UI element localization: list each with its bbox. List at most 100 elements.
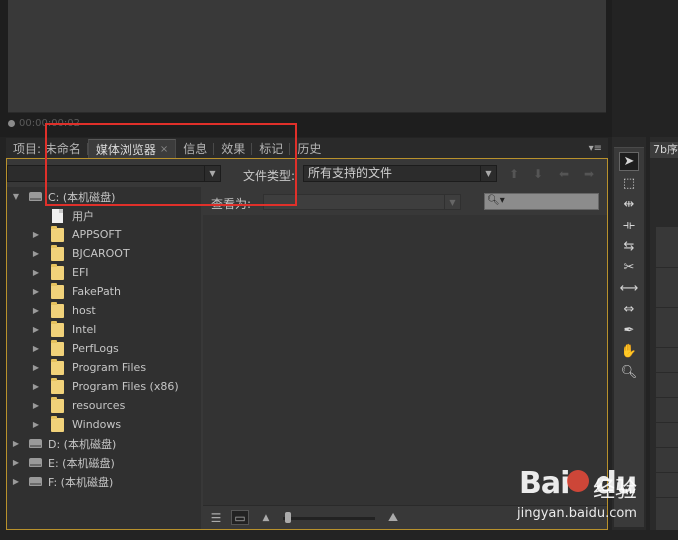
folder-icon — [51, 225, 64, 242]
pen-icon[interactable]: ✒ — [619, 321, 639, 340]
tree-drive-d[interactable]: ▶ D: (本机磁盘) — [11, 434, 116, 453]
drive-icon — [29, 192, 42, 201]
slip-icon[interactable]: ⟷ — [619, 279, 639, 298]
folder-icon — [51, 339, 64, 356]
hand-icon[interactable]: ✋ — [619, 342, 639, 361]
collapsed-triangle-icon[interactable]: ▶ — [11, 439, 21, 448]
tree-item-folder[interactable]: ▶ BJCAROOT — [31, 244, 130, 263]
tree-label: Intel — [72, 323, 97, 336]
watermark-logo: Bai du 经验 jingyan.baidu.com — [495, 462, 675, 524]
folder-icon — [51, 377, 64, 394]
collapsed-triangle-icon[interactable]: ▶ — [31, 268, 41, 277]
highlight-annotation — [45, 123, 297, 206]
tree-item-folder[interactable]: ▶ APPSOFT — [31, 225, 121, 244]
tree-item-folder[interactable]: ▶ Intel — [31, 320, 96, 339]
tab-label: 7b序列 — [653, 143, 678, 156]
tree-label: FakePath — [72, 285, 121, 298]
folder-icon — [51, 358, 64, 375]
tree-label: Program Files — [72, 361, 147, 374]
folder-icon — [51, 396, 64, 413]
collapsed-triangle-icon[interactable]: ▶ — [31, 249, 41, 258]
collapsed-triangle-icon[interactable]: ▶ — [11, 477, 21, 486]
filetype-select[interactable]: 所有支持的文件 ▼ — [303, 165, 497, 182]
folder-tree: ▼ C: (本机磁盘) 用户 ▶ APPSOFT ▶ BJCAROOT ▶ EF… — [7, 187, 201, 529]
folder-icon — [51, 301, 64, 318]
watermark-cn: 经验 — [593, 478, 638, 503]
drive-icon — [29, 458, 42, 467]
collapsed-triangle-icon[interactable]: ▶ — [11, 458, 21, 467]
panel-menu-icon[interactable]: ▾≡ — [589, 143, 602, 154]
tree-label: EFI — [72, 266, 89, 279]
tree-label: host — [72, 304, 96, 317]
tree-item-folder[interactable]: ▶ FakePath — [31, 282, 121, 301]
tree-item-folder[interactable]: ▶ resources — [31, 396, 125, 415]
collapsed-triangle-icon[interactable]: ▶ — [31, 401, 41, 410]
list-view-icon[interactable]: ☰ — [207, 510, 225, 525]
tree-label: E: (本机磁盘) — [48, 456, 115, 470]
folder-icon — [51, 244, 64, 261]
playhead-icon — [8, 120, 15, 127]
tree-label: PerfLogs — [72, 342, 119, 355]
zoom-out-icon[interactable]: ▲ — [257, 510, 275, 525]
tree-label: Windows — [72, 418, 122, 431]
collapsed-triangle-icon[interactable]: ▶ — [31, 363, 41, 372]
drive-icon — [29, 439, 42, 448]
tab-label: 历史 — [297, 142, 322, 156]
zoom-icon[interactable]: 🔍︎ — [619, 363, 639, 382]
tree-item-folder[interactable]: ▶ PerfLogs — [31, 339, 119, 358]
selection-tool-icon[interactable]: ➤ — [619, 152, 639, 171]
drive-icon — [29, 477, 42, 486]
collapsed-triangle-icon[interactable]: ▶ — [31, 230, 41, 239]
up-arrow-icon[interactable]: ⬆ — [507, 167, 521, 181]
icon-view-icon[interactable]: ▭ — [231, 510, 249, 525]
search-input[interactable]: 🔍︎▾ — [484, 193, 599, 210]
chevron-down-icon: ▼ — [444, 195, 460, 209]
slide-icon[interactable]: ⇔ — [619, 300, 639, 319]
folder-icon — [51, 282, 64, 299]
razor-icon[interactable]: ✂ — [619, 258, 639, 277]
tree-item-folder[interactable]: ▶ Windows — [31, 415, 121, 434]
tree-label: F: (本机磁盘) — [48, 475, 114, 489]
tree-label: 用户 — [72, 209, 94, 223]
collapsed-triangle-icon[interactable]: ▶ — [31, 287, 41, 296]
folder-icon — [51, 320, 64, 337]
watermark-url: jingyan.baidu.com — [517, 506, 637, 521]
zoom-slider-handle[interactable] — [285, 512, 291, 523]
document-icon — [52, 208, 63, 223]
folder-icon — [51, 415, 64, 432]
paw-icon — [567, 470, 589, 492]
file-list-view[interactable] — [203, 217, 607, 501]
tree-item-folder[interactable]: ▶ Program Files — [31, 358, 146, 377]
filetype-value: 所有支持的文件 — [308, 166, 393, 180]
tree-label: BJCAROOT — [72, 247, 130, 260]
tree-drive-e[interactable]: ▶ E: (本机磁盘) — [11, 453, 115, 472]
tree-label: APPSOFT — [72, 228, 122, 241]
collapsed-triangle-icon[interactable]: ▶ — [31, 325, 41, 334]
tree-item-folder[interactable]: ▶ host — [31, 301, 96, 320]
tab-sequence[interactable]: 7b序列 — [650, 142, 678, 158]
tree-label: resources — [72, 399, 126, 412]
collapsed-triangle-icon[interactable]: ▶ — [31, 306, 41, 315]
collapsed-triangle-icon[interactable]: ▶ — [31, 382, 41, 391]
chevron-down-icon: ▼ — [480, 166, 496, 181]
track-select-icon[interactable]: ⬚ — [619, 174, 639, 193]
tree-item-folder[interactable]: ▶ EFI — [31, 263, 89, 282]
rate-stretch-icon[interactable]: ⇆ — [619, 237, 639, 256]
collapsed-triangle-icon[interactable]: ▶ — [31, 344, 41, 353]
zoom-in-icon[interactable]: ⛰ — [381, 510, 405, 525]
back-arrow-icon[interactable]: ⬅ — [557, 167, 571, 181]
tree-label: D: (本机磁盘) — [48, 437, 117, 451]
down-arrow-icon[interactable]: ⬇ — [531, 167, 545, 181]
folder-icon — [51, 263, 64, 280]
search-icon: 🔍︎▾ — [487, 195, 505, 206]
zoom-slider[interactable] — [283, 517, 375, 520]
ripple-edit-icon[interactable]: ⇹ — [619, 195, 639, 214]
forward-arrow-icon[interactable]: ➡ — [582, 167, 596, 181]
tree-item-folder[interactable]: ▶ Program Files (x86) — [31, 377, 179, 396]
rolling-edit-icon[interactable]: ⟛ — [619, 216, 639, 235]
tree-drive-f[interactable]: ▶ F: (本机磁盘) — [11, 472, 113, 491]
tree-item-users[interactable]: 用户 — [31, 206, 94, 225]
expanded-triangle-icon[interactable]: ▼ — [11, 192, 21, 201]
collapsed-triangle-icon[interactable]: ▶ — [31, 420, 41, 429]
monitor-screen — [8, 0, 606, 113]
